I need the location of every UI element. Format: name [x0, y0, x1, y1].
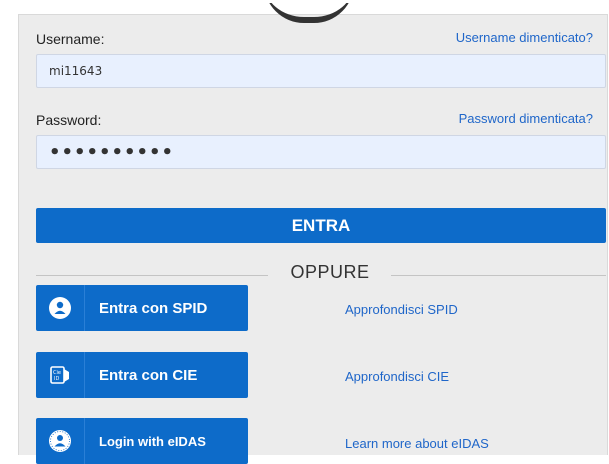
cie-button-label: Entra con CIE: [99, 366, 198, 384]
separator-label: OPPURE: [290, 262, 370, 282]
spid-login-button[interactable]: Entra con SPID: [36, 285, 248, 331]
spid-info-link[interactable]: Approfondisci SPID: [345, 302, 458, 317]
divider-right: [391, 275, 606, 276]
eidas-button-label: Login with eIDAS: [99, 433, 206, 449]
cie-login-button[interactable]: Cie ID Entra con CIE: [36, 352, 248, 398]
cie-id-card-icon: Cie ID: [36, 352, 85, 398]
spid-button-label: Entra con SPID: [99, 299, 208, 317]
entra-button[interactable]: ENTRA: [36, 208, 606, 243]
login-panel: Username: Username dimenticato? Password…: [18, 14, 608, 464]
eidas-user-icon: [36, 418, 85, 464]
user-icon: [36, 285, 85, 331]
forgot-username-link[interactable]: Username dimenticato?: [456, 30, 593, 45]
password-input[interactable]: [36, 135, 606, 169]
cie-info-link[interactable]: Approfondisci CIE: [345, 369, 449, 384]
eidas-info-link[interactable]: Learn more about eIDAS: [345, 436, 489, 451]
username-input[interactable]: [36, 54, 606, 88]
divider-left: [36, 275, 268, 276]
svg-text:ID: ID: [54, 376, 59, 382]
forgot-password-link[interactable]: Password dimenticata?: [459, 111, 593, 126]
username-label: Username:: [36, 31, 105, 47]
password-label: Password:: [36, 112, 102, 128]
title-fragment: [264, 3, 354, 29]
eidas-login-button[interactable]: Login with eIDAS: [36, 418, 248, 464]
